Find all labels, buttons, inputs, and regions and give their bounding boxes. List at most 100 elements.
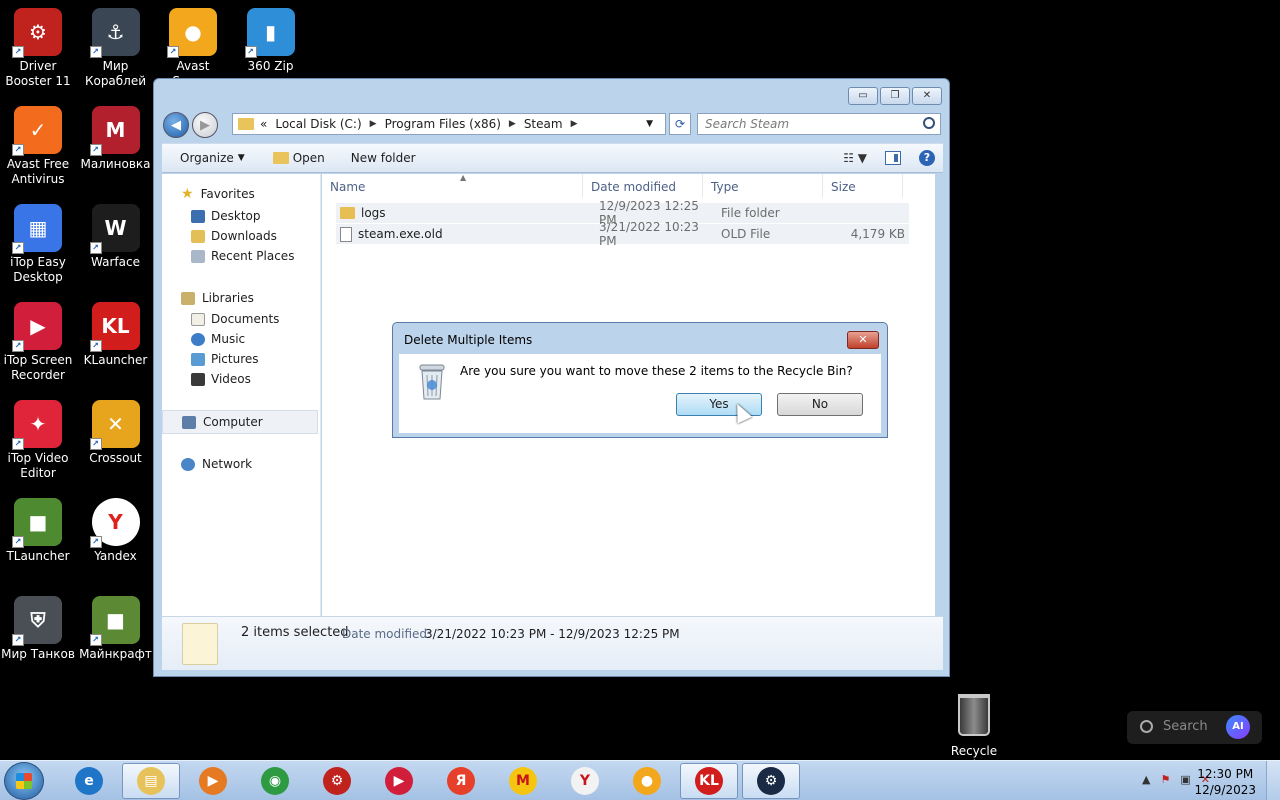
taskbar-app-avast-secure[interactable]: ●: [618, 763, 676, 799]
network-status-icon[interactable]: ▣: [1180, 773, 1190, 786]
nav-network[interactable]: Network: [162, 453, 320, 475]
taskbar-app-itop-recorder[interactable]: ▶: [370, 763, 428, 799]
refresh-button[interactable]: ⟳: [669, 113, 691, 135]
taskbar-app-market[interactable]: M: [494, 763, 552, 799]
taskbar-app-klauncher[interactable]: KL: [680, 763, 738, 799]
ai-assistant-icon[interactable]: AI: [1226, 715, 1250, 739]
shortcut-arrow-icon: ↗: [12, 46, 24, 58]
recycle-bin-icon: [958, 694, 990, 736]
file-row-steam-exe-old[interactable]: steam.exe.old 3/21/2022 10:23 PM OLD Fil…: [336, 220, 909, 248]
file-size: 4,179 KB: [850, 227, 905, 241]
clock[interactable]: 12:30 PM 12/9/2023: [1194, 766, 1256, 798]
back-button[interactable]: ◀: [163, 112, 189, 138]
action-center-icon[interactable]: ⚑: [1161, 773, 1171, 786]
open-button[interactable]: Open: [255, 151, 335, 165]
address-overflow[interactable]: «: [260, 117, 267, 131]
shortcut-arrow-icon: ↗: [89, 536, 102, 548]
taskbar-app-driver-booster[interactable]: ⚙: [308, 763, 366, 799]
taskbar-app-internet-explorer[interactable]: e: [60, 763, 118, 799]
preview-pane-button[interactable]: [885, 151, 901, 165]
column-header-label: Date modified: [591, 180, 677, 194]
desktop-shortcut[interactable]: ⛨ ↗ Мир Танков: [0, 596, 76, 662]
app-icon: ▶ ↗: [12, 302, 62, 352]
taskbar-app-file-explorer[interactable]: ▤: [122, 763, 180, 799]
desktop-shortcut[interactable]: ⚓ ↗ Мир Кораблей: [78, 8, 154, 89]
nav-documents[interactable]: Documents: [162, 309, 320, 329]
nav-favorites[interactable]: ★ Favorites: [162, 182, 320, 206]
shortcut-arrow-icon: ↗: [89, 144, 102, 156]
desktop-shortcut[interactable]: ▦ ↗ iTop Easy Desktop: [0, 204, 76, 285]
desktop-shortcut[interactable]: ✓ ↗ Avast Free Antivirus: [0, 106, 76, 187]
desktop-shortcut-label: Warface: [91, 255, 140, 269]
navigation-pane: ★ Favorites Desktop Downloads Recent Pla…: [162, 174, 321, 616]
address-bar[interactable]: « Local Disk (C:) ▶ Program Files (x86) …: [232, 113, 666, 135]
column-header-name[interactable]: Name ▲: [322, 173, 583, 198]
taskbar-app-media-player[interactable]: ▶: [184, 763, 242, 799]
nav-recent-places[interactable]: Recent Places: [162, 246, 320, 266]
start-button[interactable]: [4, 762, 44, 800]
command-bar: Organize ▼ Open New folder ☷ ▼ ?: [162, 143, 943, 173]
network-icon: [181, 457, 195, 471]
desktop-shortcut[interactable]: ⚙ ↗ Driver Booster 11: [0, 8, 76, 89]
search-input[interactable]: [698, 114, 908, 134]
nav-downloads[interactable]: Downloads: [162, 226, 320, 246]
chevron-right-icon[interactable]: ▶: [509, 119, 516, 129]
show-hidden-icons-icon[interactable]: ▲: [1142, 773, 1150, 786]
forward-button[interactable]: ▶: [192, 112, 218, 138]
search-icon[interactable]: [923, 117, 935, 129]
klauncher-icon: KL: [695, 767, 723, 795]
documents-icon: [191, 312, 205, 326]
app-icon: ▮ ↗: [244, 8, 295, 58]
desktop-shortcut[interactable]: W ↗ Warface: [78, 204, 154, 270]
nav-desktop[interactable]: Desktop: [162, 206, 320, 226]
taskbar-app-steam[interactable]: ⚙: [742, 763, 800, 799]
recent-places-icon: [191, 249, 205, 263]
computer-icon: [182, 415, 196, 429]
taskbar-app-chrome[interactable]: ◉: [246, 763, 304, 799]
organize-button[interactable]: Organize ▼: [162, 151, 255, 165]
show-desktop-button[interactable]: [1266, 761, 1280, 800]
desktop-shortcut[interactable]: ▮ ↗ 360 Zip: [233, 8, 309, 74]
nav-libraries[interactable]: Libraries: [162, 287, 320, 309]
nav-videos[interactable]: Videos: [162, 369, 320, 389]
app-icon: ▦ ↗: [12, 204, 62, 254]
breadcrumb-program-files[interactable]: Program Files (x86): [385, 117, 501, 131]
desktop-shortcut[interactable]: ✦ ↗ iTop Video Editor: [0, 400, 76, 481]
taskbar-app-yandex[interactable]: Y: [556, 763, 614, 799]
desktop-shortcut[interactable]: ■ ↗ Майнкрафт: [78, 596, 154, 662]
chevron-right-icon[interactable]: ▶: [370, 119, 377, 129]
yandex-icon: Y: [571, 767, 599, 795]
search-widget[interactable]: Search AI: [1127, 711, 1262, 744]
help-button[interactable]: ?: [919, 150, 935, 166]
shortcut-arrow-icon: ↗: [12, 438, 24, 450]
desktop-shortcut[interactable]: Y ↗ Yandex: [78, 498, 154, 564]
no-button[interactable]: No: [777, 393, 863, 416]
minimize-button[interactable]: ▭: [848, 87, 878, 105]
change-view-button[interactable]: ☷ ▼: [843, 151, 867, 165]
desktop-shortcut[interactable]: ●↗Avast Secure: [155, 8, 231, 89]
column-header-type[interactable]: Type: [703, 174, 823, 198]
desktop-shortcut[interactable]: KL ↗ KLauncher: [78, 302, 154, 368]
nav-pictures[interactable]: Pictures: [162, 349, 320, 369]
column-header-size[interactable]: Size: [823, 174, 903, 198]
maximize-button[interactable]: ❐: [880, 87, 910, 105]
desktop-shortcut[interactable]: ▶ ↗ iTop Screen Recorder: [0, 302, 76, 383]
new-folder-button[interactable]: New folder: [335, 151, 426, 165]
shortcut-arrow-icon: ↗: [12, 634, 24, 646]
breadcrumb-local-disk[interactable]: Local Disk (C:): [275, 117, 361, 131]
close-window-button[interactable]: ✕: [912, 87, 942, 105]
app-icon: ● ↗: [167, 8, 217, 58]
nav-music[interactable]: Music: [162, 329, 320, 349]
nav-computer[interactable]: Computer: [162, 410, 318, 434]
dialog-close-button[interactable]: ✕: [847, 331, 879, 349]
desktop-shortcut[interactable]: ■ ↗ TLauncher: [0, 498, 76, 564]
column-header-date[interactable]: Date modified: [583, 174, 703, 198]
chevron-right-icon[interactable]: ▶: [571, 119, 578, 129]
desktop-shortcut[interactable]: ✕ ↗ Crossout: [78, 400, 154, 466]
desktop-shortcut[interactable]: M ↗ Малиновка: [78, 106, 154, 172]
libraries-icon: [181, 291, 195, 305]
chevron-down-icon: ▼: [237, 153, 245, 163]
address-dropdown-icon[interactable]: ▼: [646, 119, 653, 129]
taskbar-app-yandex-browser[interactable]: Я: [432, 763, 490, 799]
breadcrumb-steam[interactable]: Steam: [524, 117, 563, 131]
